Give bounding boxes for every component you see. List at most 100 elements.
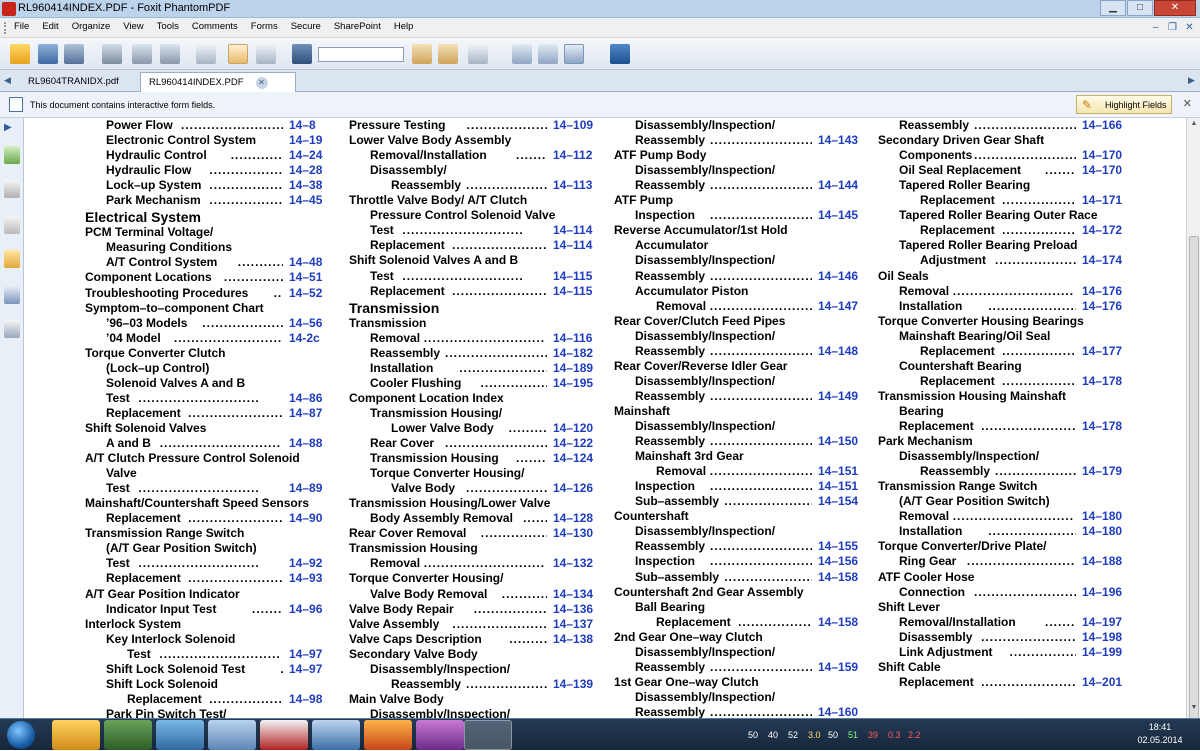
page-number-link[interactable]: 14–155 xyxy=(818,539,858,554)
page-number-link[interactable]: 14–182 xyxy=(553,346,593,361)
maximize-button[interactable]: □ xyxy=(1127,0,1153,16)
doc-close-icon[interactable]: ✕ xyxy=(1183,21,1196,34)
page-number-link[interactable]: 14–160 xyxy=(818,705,858,718)
page-number-link[interactable]: 14–178 xyxy=(1082,419,1122,434)
page-number-link[interactable]: 14–115 xyxy=(553,284,592,299)
open-folder-icon[interactable] xyxy=(10,44,30,64)
page-number-link[interactable]: 14–180 xyxy=(1082,509,1122,524)
next-result-icon[interactable] xyxy=(438,44,458,64)
page-number-link[interactable]: 14–115 xyxy=(553,269,592,284)
menu-item-tools[interactable]: Tools xyxy=(157,21,179,32)
network-taskbar-icon[interactable] xyxy=(312,720,360,750)
tab-rl9604tranidx[interactable]: RL9604TRANIDX.pdf xyxy=(20,72,127,92)
menu-item-view[interactable]: View xyxy=(123,21,143,32)
page-number-link[interactable]: 14–174 xyxy=(1082,253,1122,268)
media-taskbar-icon[interactable] xyxy=(156,720,204,750)
menu-item-edit[interactable]: Edit xyxy=(42,21,58,32)
highlight-tool-icon[interactable] xyxy=(468,44,488,64)
page-number-link[interactable]: 14–196 xyxy=(1082,585,1122,600)
page-number-link[interactable]: 14–126 xyxy=(553,481,593,496)
page-number-link[interactable]: 14–124 xyxy=(553,451,593,466)
page-number-link[interactable]: 14–151 xyxy=(818,479,858,494)
page-number-link[interactable]: 14–158 xyxy=(818,570,858,585)
page-number-link[interactable]: 14–8 xyxy=(289,118,316,133)
explorer-taskbar-icon[interactable] xyxy=(52,720,100,750)
search-input[interactable] xyxy=(318,47,404,62)
page-number-link[interactable]: 14–51 xyxy=(289,270,322,285)
page-number-link[interactable]: 14–198 xyxy=(1082,630,1122,645)
scan-icon[interactable] xyxy=(132,44,152,64)
page-number-link[interactable]: 14–134 xyxy=(553,587,593,602)
page-number-link[interactable]: 14–154 xyxy=(818,494,858,509)
select-text-icon[interactable] xyxy=(256,44,276,64)
page-number-link[interactable]: 14–172 xyxy=(1082,223,1122,238)
scroll-up-icon[interactable]: ▲ xyxy=(1187,120,1200,132)
page-number-link[interactable]: 14–195 xyxy=(553,376,593,391)
page-number-link[interactable]: 14–24 xyxy=(289,148,322,163)
page-number-link[interactable]: 14–180 xyxy=(1082,524,1122,539)
page-number-link[interactable]: 14–52 xyxy=(289,286,322,301)
expand-panel-icon[interactable]: ▶ xyxy=(4,122,20,140)
page-number-link[interactable]: 14–170 xyxy=(1082,148,1122,163)
page-number-link[interactable]: 14–146 xyxy=(818,269,858,284)
page-number-link[interactable]: 14–86 xyxy=(289,391,322,406)
page-number-link[interactable]: 14-2c xyxy=(289,331,320,346)
page-number-link[interactable]: 14–156 xyxy=(818,554,858,569)
page-number-link[interactable]: 14–120 xyxy=(553,421,593,436)
tab-close-icon[interactable]: ✕ xyxy=(255,77,268,89)
page-number-link[interactable]: 14–89 xyxy=(289,481,322,496)
page-number-link[interactable]: 14–97 xyxy=(289,662,322,677)
terminal-taskbar-icon[interactable] xyxy=(104,720,152,750)
page-number-link[interactable]: 14–151 xyxy=(818,464,858,479)
page-number-link[interactable]: 14–147 xyxy=(818,299,858,314)
page-number-link[interactable]: 14–188 xyxy=(1082,554,1122,569)
antivirus-taskbar-icon[interactable] xyxy=(260,720,308,750)
foxit-taskbar-icon[interactable] xyxy=(464,720,512,750)
page-number-link[interactable]: 14–158 xyxy=(818,615,858,630)
page-number-link[interactable]: 14–97 xyxy=(289,647,322,662)
close-form-bar-icon[interactable]: ✕ xyxy=(1183,97,1192,110)
start-button[interactable] xyxy=(4,719,40,751)
page-number-link[interactable]: 14–113 xyxy=(553,178,592,193)
comments-icon[interactable] xyxy=(4,250,20,268)
page-number-link[interactable]: 14–128 xyxy=(553,511,593,526)
page-number-link[interactable]: 14–56 xyxy=(289,316,322,331)
scrollbar-thumb[interactable] xyxy=(1189,236,1199,724)
page-number-link[interactable]: 14–189 xyxy=(553,361,593,376)
page-number-link[interactable]: 14–116 xyxy=(553,331,592,346)
save-as-icon[interactable] xyxy=(64,44,84,64)
app-taskbar-icon[interactable] xyxy=(208,720,256,750)
page-number-link[interactable]: 14–179 xyxy=(1082,464,1122,479)
hand-tool-icon[interactable] xyxy=(228,44,248,64)
page-number-link[interactable]: 14–114 xyxy=(553,223,592,238)
page-number-link[interactable]: 14–145 xyxy=(818,208,858,223)
find-binoculars-icon[interactable] xyxy=(292,44,312,64)
tab-scroll-right-icon[interactable]: ▶ xyxy=(1188,75,1195,86)
page-number-link[interactable]: 14–166 xyxy=(1082,118,1122,133)
page-number-link[interactable]: 14–132 xyxy=(553,556,593,571)
page-number-link[interactable]: 14–176 xyxy=(1082,299,1122,314)
menu-item-secure[interactable]: Secure xyxy=(291,21,321,32)
highlight-fields-button[interactable]: ✎ Highlight Fields xyxy=(1076,95,1172,114)
doc-minimize-icon[interactable]: – xyxy=(1149,21,1162,34)
tab-rl960414index[interactable]: RL960414INDEX.PDF ✕ xyxy=(140,72,296,92)
email-icon[interactable] xyxy=(160,44,180,64)
page-number-link[interactable]: 14–87 xyxy=(289,406,322,421)
page-number-link[interactable]: 14–38 xyxy=(289,178,322,193)
fit-page-icon[interactable] xyxy=(512,44,532,64)
page-number-link[interactable]: 14–159 xyxy=(818,660,858,675)
page-number-link[interactable]: 14–130 xyxy=(553,526,593,541)
layers-icon[interactable] xyxy=(4,216,20,234)
page-icon[interactable] xyxy=(196,44,216,64)
page-number-link[interactable]: 14–28 xyxy=(289,163,322,178)
page-number-link[interactable]: 14–170 xyxy=(1082,163,1122,178)
page-number-link[interactable]: 14–201 xyxy=(1082,675,1122,690)
print-icon[interactable] xyxy=(102,44,122,64)
page-number-link[interactable]: 14–98 xyxy=(289,692,322,707)
page-number-link[interactable]: 14–148 xyxy=(818,344,858,359)
signatures-icon[interactable] xyxy=(4,320,20,338)
page-number-link[interactable]: 14–88 xyxy=(289,436,322,451)
page-number-link[interactable]: 14–139 xyxy=(553,677,593,692)
rotate-icon[interactable] xyxy=(538,44,558,64)
page-number-link[interactable]: 14–199 xyxy=(1082,645,1122,660)
